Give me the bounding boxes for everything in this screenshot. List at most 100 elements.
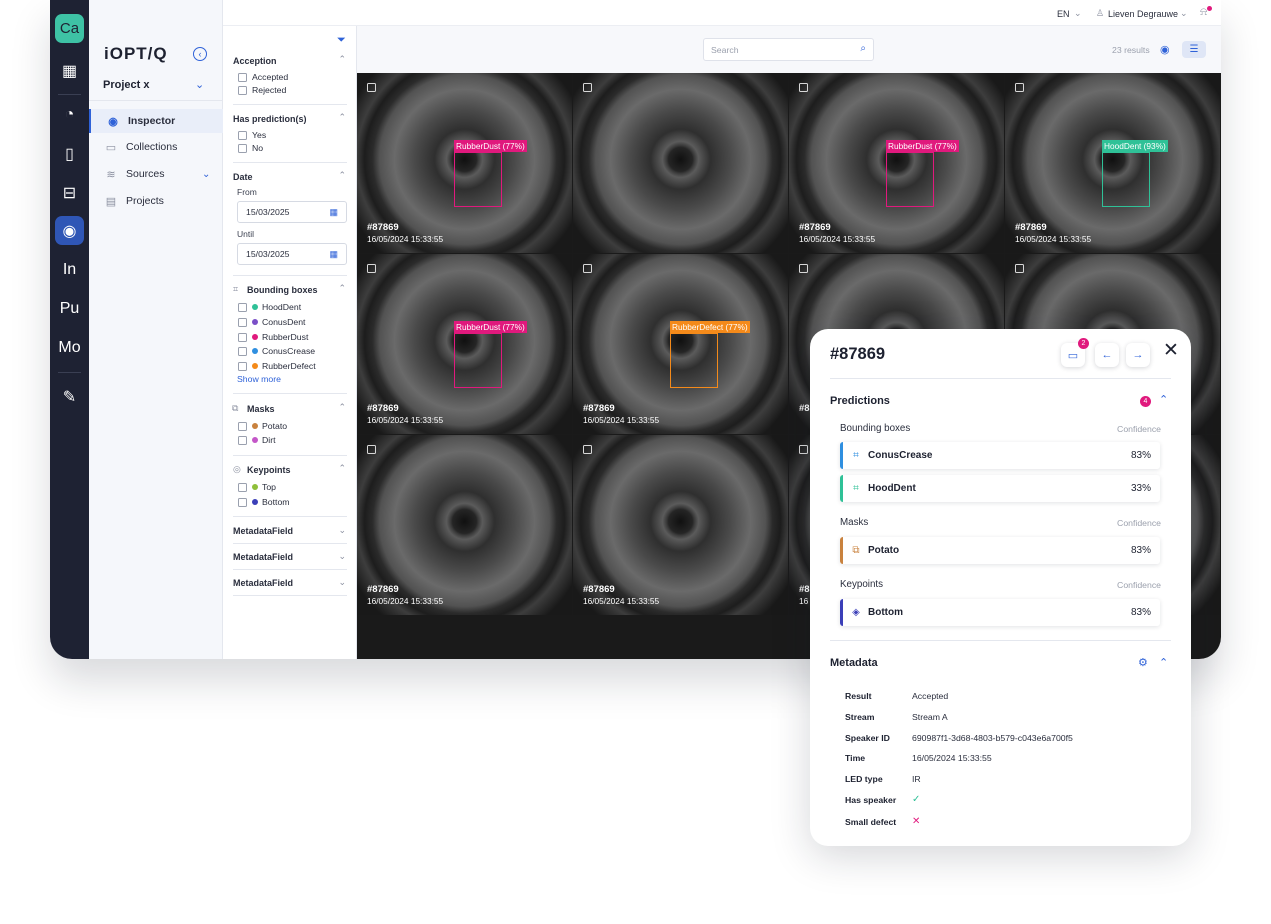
checkbox-hooddent[interactable]: HoodDent — [238, 301, 301, 313]
rail-item-mo[interactable]: Mo — [55, 333, 84, 362]
confidence-label: Confidence — [1117, 580, 1161, 590]
tile-checkbox[interactable] — [583, 264, 592, 273]
checkbox-potato[interactable]: Potato — [238, 420, 287, 432]
tile-checkbox[interactable] — [367, 264, 376, 273]
image-tile[interactable]: #87869 16/05/2024 15:33:55 — [573, 435, 788, 615]
tile-checkbox[interactable] — [1015, 83, 1024, 92]
rail-item-pu[interactable]: Pu — [55, 294, 84, 323]
chevron-up-icon[interactable]: ⌃ — [338, 170, 346, 181]
checkbox-top[interactable]: Top — [238, 481, 276, 493]
checkbox-conusdent[interactable]: ConusDent — [238, 316, 305, 328]
divider — [233, 543, 347, 544]
document-icon[interactable]: ▯ — [55, 139, 84, 168]
checkbox-conuscrease[interactable]: ConusCrease — [238, 345, 315, 357]
close-icon[interactable]: ✕ — [1163, 339, 1179, 362]
checkbox-yes[interactable]: Yes — [238, 129, 266, 141]
chevron-down-icon[interactable]: ⌄ — [338, 525, 346, 536]
sidebar-item-collections[interactable]: ▭ Collections — [89, 135, 223, 159]
tile-checkbox[interactable] — [1015, 264, 1024, 273]
tile-checkbox[interactable] — [799, 264, 808, 273]
tile-checkbox[interactable] — [367, 445, 376, 454]
project-selector[interactable]: Project x — [103, 79, 149, 91]
chevron-down-icon[interactable]: ⌄ — [1074, 8, 1082, 19]
wrench-icon[interactable]: ✎ — [55, 382, 84, 411]
results-count: 23 results — [1112, 45, 1150, 55]
tile-datetime: 16/05/2024 15:33:55 — [367, 234, 444, 244]
checkbox-no[interactable]: No — [238, 142, 263, 154]
tile-checkbox[interactable] — [799, 445, 808, 454]
analytics-icon[interactable]: ◔ — [55, 100, 84, 129]
checkbox-label: Accepted — [252, 72, 289, 82]
image-tile[interactable]: HoodDent (93%) #87869 16/05/2024 15:33:55 — [1005, 73, 1220, 253]
checkbox-accepted[interactable]: Accepted — [238, 71, 288, 83]
prediction-item[interactable]: ◈ Bottom 83% — [840, 599, 1160, 626]
filter-metadata-field[interactable]: MetadataField — [233, 526, 293, 536]
checkbox-rejected[interactable]: Rejected — [238, 84, 286, 96]
chevron-up-icon[interactable]: ⌃ — [338, 283, 346, 294]
chevron-down-icon[interactable]: ⌄ — [338, 577, 346, 588]
checkbox-dirt[interactable]: Dirt — [238, 434, 276, 446]
date-from-input[interactable]: 15/03/2025 ▦ — [237, 201, 347, 223]
filter-icon[interactable]: ⏷ — [337, 34, 346, 47]
color-dot — [252, 319, 258, 325]
filter-metadata-field[interactable]: MetadataField — [233, 578, 293, 588]
checkbox-rubberdefect[interactable]: RubberDefect — [238, 360, 316, 372]
date-until-input[interactable]: 15/03/2025 ▦ — [237, 243, 347, 265]
monitor-icon[interactable]: ⊟ — [55, 178, 84, 207]
tile-checkbox[interactable] — [583, 83, 592, 92]
image-tile[interactable]: #87869 16/05/2024 15:33:55 — [357, 435, 572, 615]
app-badge[interactable]: Ca — [55, 14, 84, 43]
chevron-up-icon[interactable]: ⌃ — [338, 402, 346, 413]
color-dot — [252, 334, 258, 340]
view-eye-icon[interactable]: ◉ — [1160, 43, 1170, 56]
checkbox-label: Potato — [262, 421, 288, 431]
tile-checkbox[interactable] — [799, 83, 808, 92]
prediction-item[interactable]: ⌗ HoodDent 33% — [840, 475, 1160, 502]
image-tile[interactable]: RubberDust (77%) #87869 16/05/2024 15:33:5… — [789, 73, 1004, 253]
next-button[interactable]: → — [1126, 343, 1150, 367]
chevron-down-icon[interactable]: ⌄ — [1180, 8, 1188, 19]
search-input[interactable]: Search ⌕ — [703, 38, 874, 61]
bounding-box-label: RubberDefect (77%) — [670, 321, 750, 333]
tile-checkbox[interactable] — [583, 445, 592, 454]
gear-icon[interactable]: ⚙ — [1138, 656, 1148, 669]
image-tile[interactable]: RubberDefect (77%) #87869 16/05/2024 15:33… — [573, 254, 788, 434]
keypoint-icon: ◎ — [233, 464, 241, 474]
collapse-sidebar-icon[interactable]: ‹ — [193, 47, 207, 61]
eye-icon: ◉ — [108, 115, 118, 128]
chevron-up-icon[interactable]: ⌃ — [338, 463, 346, 474]
calendar-icon[interactable]: ▦ — [329, 207, 338, 218]
image-tile[interactable]: RubberDust (77%) #87869 16/05/2024 15:33:5… — [357, 73, 572, 253]
image-tile[interactable]: RubberDust (77%) #87869 16/05/2024 15:33:5… — [357, 254, 572, 434]
apps-grid-icon[interactable]: ▦ — [55, 56, 84, 85]
chevron-up-icon[interactable]: ⌃ — [338, 54, 346, 65]
prediction-item[interactable]: ⌗ ConusCrease 83% — [840, 442, 1160, 469]
image-tile[interactable] — [573, 73, 788, 253]
sidebar-item-sources[interactable]: ≋ Sources ⌄ — [89, 162, 223, 186]
chevron-up-icon[interactable]: ⌃ — [1159, 656, 1168, 669]
chevron-up-icon[interactable]: ⌃ — [1159, 393, 1168, 406]
chevron-down-icon[interactable]: ⌄ — [338, 551, 346, 562]
filter-has-prediction-title: Has prediction(s) — [233, 114, 307, 124]
metadata-value: Stream A — [912, 712, 948, 722]
chevron-down-icon[interactable]: ⌄ — [202, 169, 210, 180]
user-icon: ♙ — [1096, 8, 1105, 18]
checkbox-rubberdust[interactable]: RubberDust — [238, 331, 308, 343]
tile-checkbox[interactable] — [367, 83, 376, 92]
checkbox-bottom[interactable]: Bottom — [238, 496, 290, 508]
previous-button[interactable]: ← — [1095, 343, 1119, 367]
language-selector[interactable]: EN — [1057, 9, 1070, 19]
list-view-button[interactable]: ☰ — [1182, 41, 1206, 58]
filter-metadata-field[interactable]: MetadataField — [233, 552, 293, 562]
sidebar-item-inspector[interactable]: ◉ Inspector — [89, 109, 223, 133]
chevron-down-icon[interactable]: ⌄ — [195, 78, 204, 91]
sidebar-item-projects[interactable]: ▤ Projects — [89, 189, 223, 213]
user-menu[interactable]: Lieven Degrauwe — [1108, 9, 1178, 19]
inspector-eye-icon[interactable]: ◉ — [55, 216, 84, 245]
prediction-item[interactable]: ⧉ Potato 83% — [840, 537, 1160, 564]
search-icon[interactable]: ⌕ — [860, 43, 866, 54]
show-more-link[interactable]: Show more — [237, 374, 281, 384]
rail-item-in[interactable]: In — [55, 255, 84, 284]
calendar-icon[interactable]: ▦ — [329, 249, 338, 260]
chevron-up-icon[interactable]: ⌃ — [338, 112, 346, 123]
